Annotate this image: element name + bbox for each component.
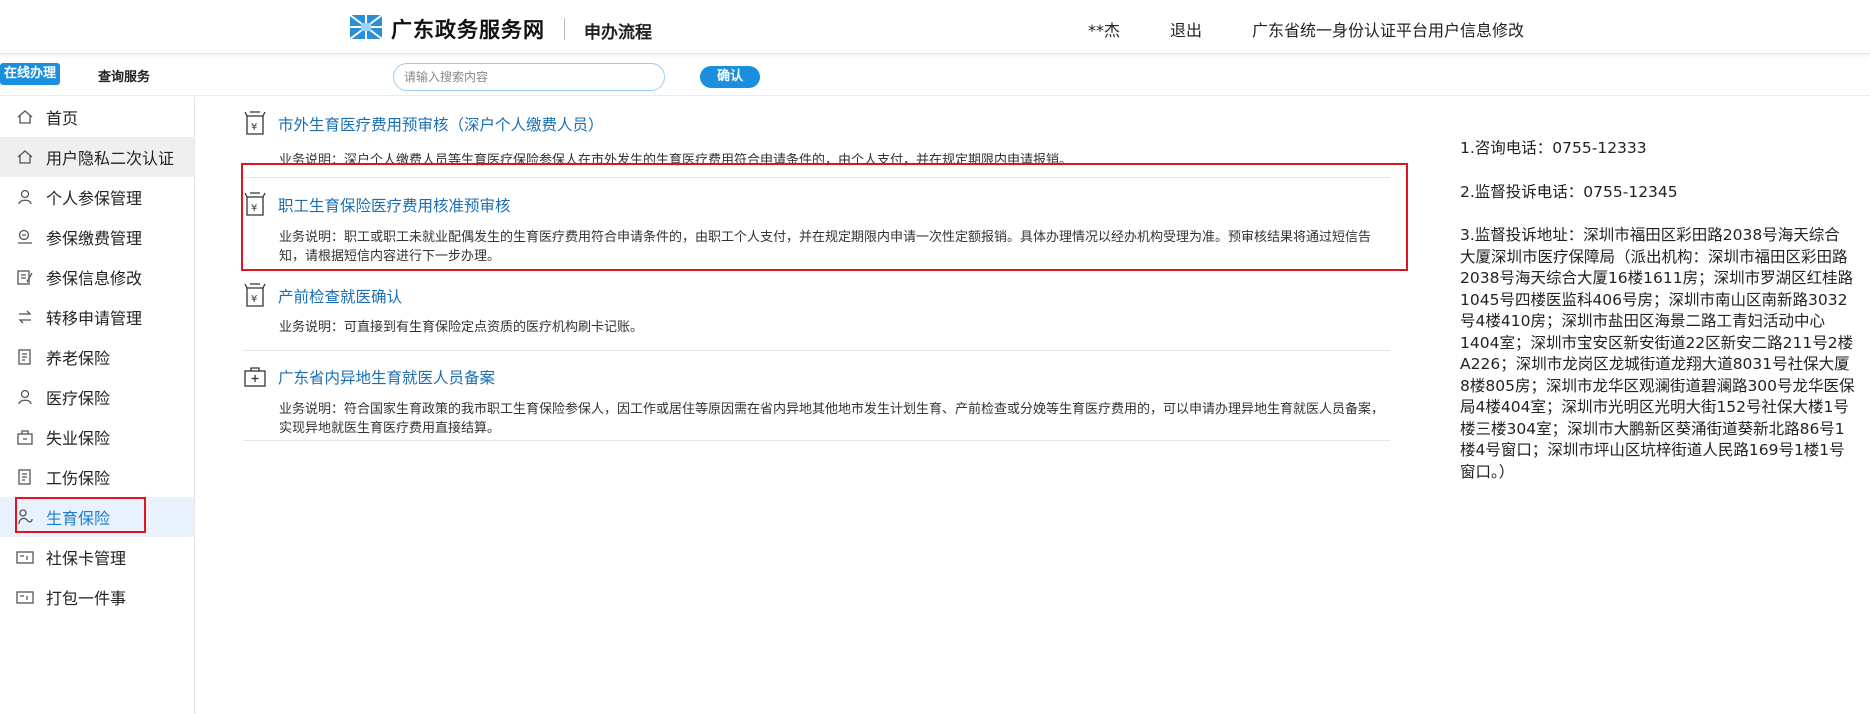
sidebar-item-unemployment[interactable]: 失业保险 <box>0 417 194 457</box>
consult-phone: 1.咨询电话：0755-12333 <box>1460 139 1647 157</box>
logout-link[interactable]: 退出 <box>1170 17 1202 41</box>
document-icon <box>16 468 34 486</box>
yuan-bag-icon: ¥ <box>243 110 267 136</box>
person-icon <box>16 188 34 206</box>
divider <box>243 440 1390 441</box>
service-title-link[interactable]: 市外生育医疗费用预审核（深户个人缴费人员） <box>278 113 604 135</box>
header-divider <box>564 18 565 40</box>
highlight-box <box>241 163 1408 271</box>
site-name: 广东政务服务网 <box>391 18 545 42</box>
sidebar-item-social-card[interactable]: 社保卡管理 <box>0 537 194 577</box>
sidebar-item-label: 养老保险 <box>46 349 111 368</box>
sidebar-item-pension[interactable]: 养老保险 <box>0 337 194 377</box>
sidebar-item-package[interactable]: 打包一件事 <box>0 577 194 617</box>
user-name[interactable]: **杰 <box>1088 17 1120 41</box>
contact-info-panel: 1.咨询电话：0755-12333 2.监督投诉电话：0755-12345 3.… <box>1460 138 1855 505</box>
service-description: 业务说明：可直接到有生育保险定点资质的医疗机构刷卡记账。 <box>279 320 644 335</box>
sidebar-item-label: 工伤保险 <box>46 469 111 488</box>
service-title-link[interactable]: 产前检查就医确认 <box>278 285 402 307</box>
sidebar-item-personal-insurance[interactable]: 个人参保管理 <box>0 177 194 217</box>
search-confirm-button[interactable]: 确认 <box>700 66 760 88</box>
complaint-phone: 2.监督投诉电话：0755-12345 <box>1460 182 1678 201</box>
person-icon <box>16 388 34 406</box>
highlight-box <box>15 497 146 533</box>
sidebar-item-label: 首页 <box>46 109 79 128</box>
card-icon <box>16 588 34 606</box>
sidebar-item-label: 用户隐私二次认证 <box>46 149 175 168</box>
logo-icon <box>349 14 383 44</box>
sidebar-item-label: 医疗保险 <box>46 389 111 408</box>
sidebar-item-privacy-auth[interactable]: 用户隐私二次认证 <box>0 137 194 177</box>
site-logo[interactable]: 广东政务服务网 <box>349 14 545 44</box>
transfer-icon <box>16 308 34 326</box>
sidebar-item-home[interactable]: 首页 <box>0 97 194 137</box>
payment-icon <box>16 228 34 246</box>
service-item: ¥ 产前检查就医确认 业务说明：可直接到有生育保险定点资质的医疗机构刷卡记账。 <box>243 277 1393 347</box>
sub-toolbar: 在线办理 查询服务 确认 <box>0 56 1870 96</box>
service-description: 业务说明：符合国家生育政策的我市职工生育保险参保人，因工作或居住等原因需在省内异… <box>279 402 1385 436</box>
sidebar-item-transfer[interactable]: 转移申请管理 <box>0 297 194 337</box>
sidebar-item-label: 个人参保管理 <box>46 189 143 208</box>
document-icon <box>16 348 34 366</box>
service-title-link[interactable]: 广东省内异地生育就医人员备案 <box>278 366 495 388</box>
sidebar-item-info-edit[interactable]: 参保信息修改 <box>0 257 194 297</box>
top-header: 广东政务服务网 申办流程 **杰 退出 广东省统一身份认证平台用户信息修改 <box>0 0 1870 54</box>
home-icon <box>16 108 34 126</box>
service-item: 广东省内异地生育就医人员备案 业务说明：符合国家生育政策的我市职工生育保险参保人… <box>243 358 1393 450</box>
sidebar-item-medical[interactable]: 医疗保险 <box>0 377 194 417</box>
edit-icon <box>16 268 34 286</box>
sidebar-item-label: 社保卡管理 <box>46 549 127 568</box>
sidebar-item-label: 转移申请管理 <box>46 309 143 328</box>
card-icon <box>16 548 34 566</box>
svg-text:¥: ¥ <box>251 122 257 133</box>
page-title: 申办流程 <box>584 23 652 43</box>
sidebar: 首页 用户隐私二次认证 个人参保管理 参保缴费管理 参保信息修改 转移申请管理 … <box>0 97 195 714</box>
tab-query-service[interactable]: 查询服务 <box>98 66 150 85</box>
sidebar-item-label: 失业保险 <box>46 429 111 448</box>
search-input[interactable] <box>393 63 665 91</box>
complaint-address: 3.监督投诉地址：深圳市福田区彩田路2038号海天综合大厦深圳市医疗保障局（派出… <box>1460 226 1855 481</box>
sidebar-item-payment[interactable]: 参保缴费管理 <box>0 217 194 257</box>
home-icon <box>16 148 34 166</box>
sidebar-item-injury[interactable]: 工伤保险 <box>0 457 194 497</box>
sidebar-item-label: 参保缴费管理 <box>46 229 143 248</box>
divider <box>243 350 1390 351</box>
svg-text:¥: ¥ <box>251 294 257 305</box>
medical-kit-icon <box>243 363 267 389</box>
briefcase-icon <box>16 428 34 446</box>
tab-online-service[interactable]: 在线办理 <box>0 63 61 85</box>
sidebar-item-label: 参保信息修改 <box>46 269 143 288</box>
yuan-bag-icon: ¥ <box>243 282 267 308</box>
sidebar-item-label: 打包一件事 <box>46 589 127 608</box>
profile-modify-link[interactable]: 广东省统一身份认证平台用户信息修改 <box>1252 17 1524 41</box>
